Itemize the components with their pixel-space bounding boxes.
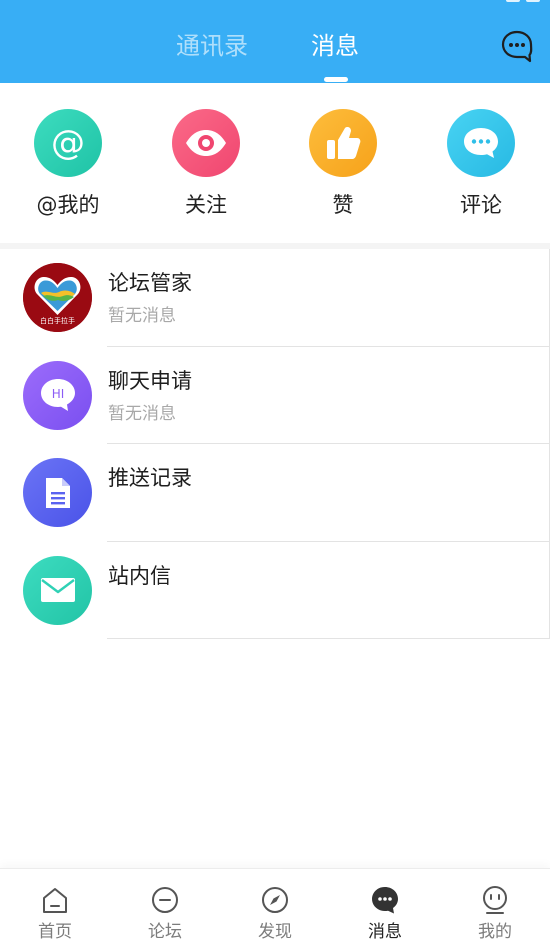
- hi-chat-bubble-icon: HI: [23, 360, 92, 430]
- eye-icon: [172, 109, 240, 177]
- list-item-subtitle: 暂无消息: [108, 306, 176, 326]
- nav-forum[interactable]: 论坛: [110, 869, 220, 950]
- nav-label: 消息: [368, 922, 402, 942]
- profile-face-icon: [480, 885, 510, 915]
- quick-action-label: 赞: [332, 193, 354, 217]
- chat-bubble-dots-icon[interactable]: [500, 29, 534, 63]
- quick-action-likes[interactable]: 赞: [288, 109, 398, 224]
- status-bar-fragment: [506, 0, 544, 4]
- svg-text:白白手拉手: 白白手拉手: [40, 316, 75, 325]
- tab-messages[interactable]: 消息: [311, 30, 359, 62]
- home-icon: [40, 885, 70, 915]
- list-item-title: 站内信: [108, 563, 171, 588]
- quick-action-comments[interactable]: 评论: [426, 109, 536, 224]
- comment-dots-icon: [447, 109, 515, 177]
- active-tab-indicator: [324, 77, 348, 82]
- list-item-subtitle: 暂无消息: [108, 403, 176, 424]
- list-item-chat-request[interactable]: HI 聊天申请 暂无消息: [0, 347, 550, 444]
- nav-label: 我的: [478, 922, 512, 942]
- bottom-navigation: 首页 论坛 发现 消息 我的: [0, 868, 550, 950]
- nav-label: 发现: [258, 922, 292, 942]
- list-item-push-records[interactable]: 推送记录: [0, 444, 550, 542]
- heart-hands-logo-avatar: 白白手拉手: [23, 263, 92, 332]
- thumbs-up-icon: [309, 109, 377, 177]
- row-divider: [107, 638, 550, 639]
- quick-actions-row: @ @我的 关注 赞 评论: [0, 83, 550, 243]
- nav-label: 论坛: [148, 922, 182, 942]
- list-item-inbox[interactable]: 站内信: [0, 542, 550, 639]
- message-bubble-icon: [370, 885, 400, 915]
- list-item-forum-manager[interactable]: 白白手拉手 论坛管家 暂无消息: [0, 249, 550, 347]
- quick-action-at-me[interactable]: @ @我的: [13, 109, 123, 224]
- at-sign-icon: @: [34, 109, 102, 177]
- top-header: 通讯录 消息: [0, 0, 550, 83]
- svg-text:@: @: [51, 123, 85, 163]
- list-item-title: 论坛管家: [108, 271, 192, 295]
- nav-messages[interactable]: 消息: [330, 869, 440, 950]
- list-item-title: 推送记录: [108, 466, 192, 490]
- nav-label: 首页: [38, 922, 72, 942]
- document-icon: [23, 458, 92, 527]
- quick-action-label: 关注: [185, 193, 227, 217]
- quick-action-follow[interactable]: 关注: [151, 109, 261, 224]
- nav-discover[interactable]: 发现: [220, 869, 330, 950]
- message-list: 白白手拉手 论坛管家 暂无消息 HI 聊天申请 暂无消息 推送记录 站内信: [0, 249, 550, 639]
- nav-home[interactable]: 首页: [0, 869, 110, 950]
- envelope-icon: [23, 555, 92, 625]
- tab-contacts[interactable]: 通讯录: [176, 30, 248, 62]
- svg-text:HI: HI: [51, 387, 64, 401]
- list-item-title: 聊天申请: [108, 368, 192, 393]
- forum-icon: [150, 885, 180, 915]
- app-screen: 通讯录 消息 @ @我的 关注 赞 评论 白白手拉手 论坛管家 暂无消息 HI …: [0, 0, 550, 950]
- quick-action-label: @我的: [36, 193, 100, 217]
- quick-action-label: 评论: [460, 193, 502, 217]
- compass-icon: [260, 885, 290, 915]
- nav-profile[interactable]: 我的: [440, 869, 550, 950]
